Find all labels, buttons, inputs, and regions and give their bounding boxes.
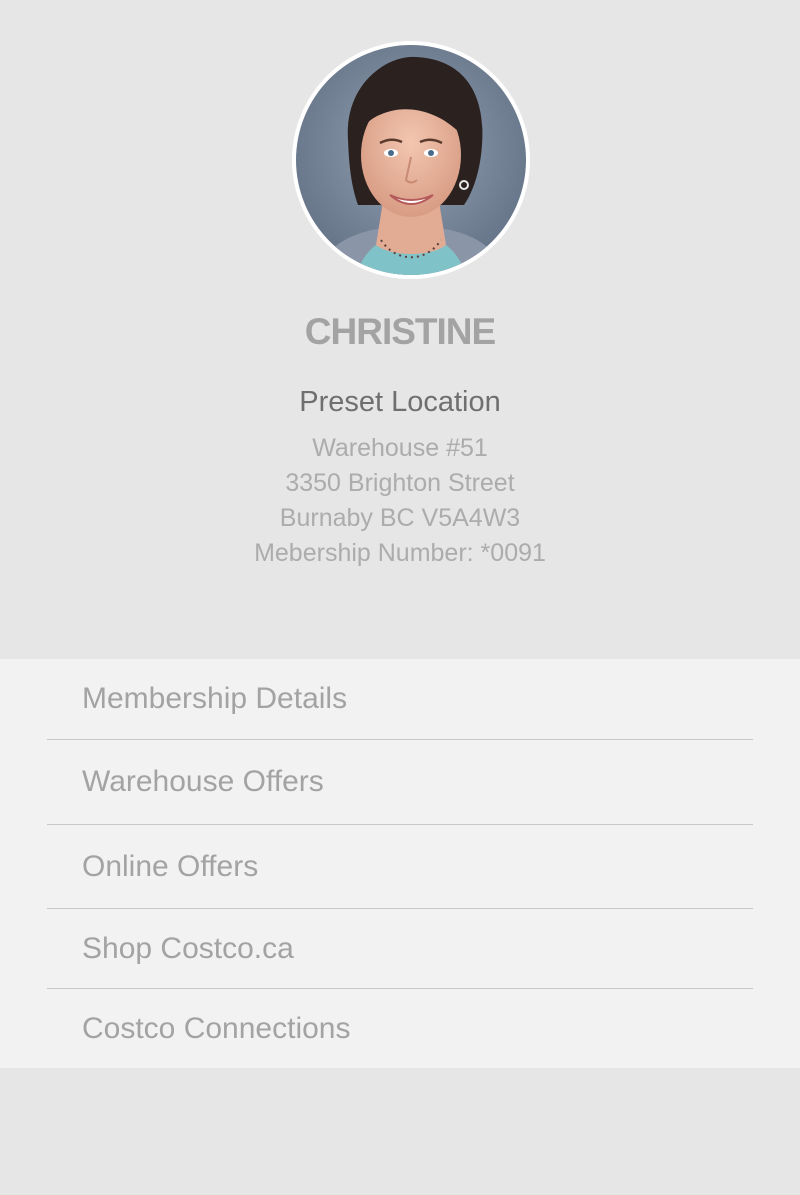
user-name: CHRISTINE (304, 311, 496, 352)
menu-item-costco-connections[interactable]: Costco Connections (47, 989, 753, 1068)
menu-item-online-offers[interactable]: Online Offers (47, 825, 753, 909)
menu-item-shop-costco[interactable]: Shop Costco.ca (47, 909, 753, 989)
avatar-photo (296, 45, 526, 275)
menu-item-membership-details[interactable]: Membership Details (47, 659, 753, 740)
membership-number: Mebership Number: *0091 (254, 539, 546, 567)
avatar[interactable] (292, 41, 530, 279)
navigation-menu: Membership Details Warehouse Offers Onli… (0, 659, 800, 1068)
profile-header: CHRISTINE Preset Location Warehouse #51 … (0, 0, 800, 659)
warehouse-city: Burnaby BC V5A4W3 (279, 504, 521, 532)
warehouse-street: 3350 Brighton Street (285, 469, 515, 497)
menu-item-warehouse-offers[interactable]: Warehouse Offers (47, 740, 753, 825)
preset-location-title: Preset Location (299, 386, 501, 418)
warehouse-number: Warehouse #51 (312, 434, 488, 462)
